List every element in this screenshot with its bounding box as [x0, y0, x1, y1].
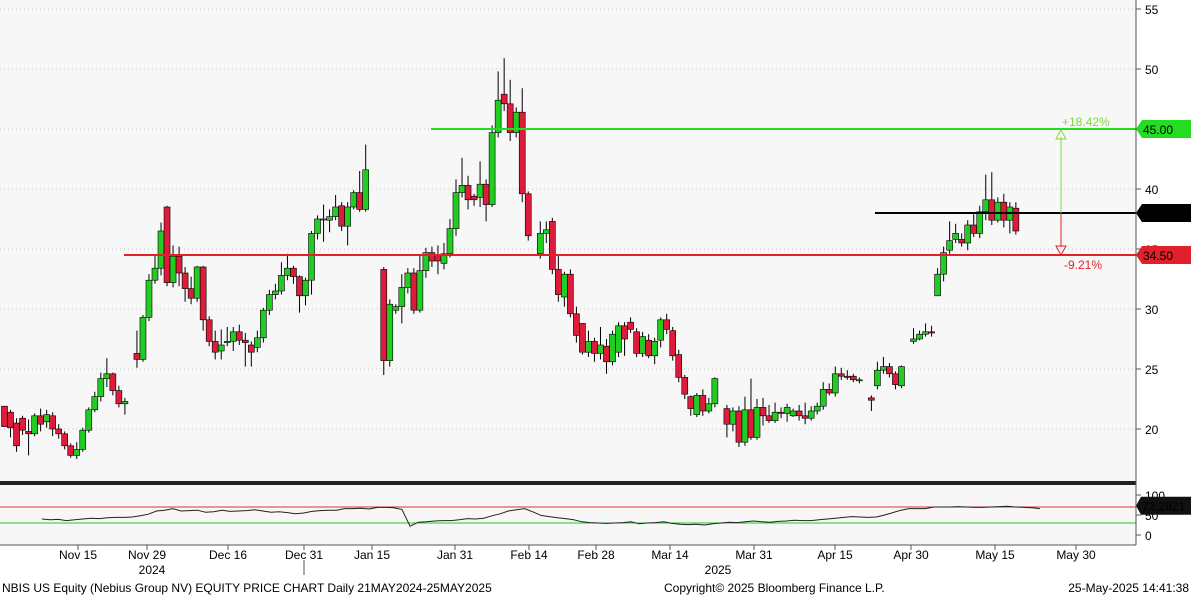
x-tick-label: Apr 15 — [817, 548, 853, 562]
candle — [898, 365, 905, 389]
x-tick-label: Nov 15 — [59, 548, 97, 562]
x-tick-label: Jan 31 — [437, 548, 473, 562]
candle — [735, 406, 743, 447]
candle — [260, 307, 267, 343]
x-year-label: 2025 — [705, 563, 732, 577]
level-price-label: 34.50 — [1143, 249, 1173, 263]
candle — [31, 413, 38, 437]
x-tick-label: Feb 14 — [510, 548, 548, 562]
candle — [669, 327, 677, 361]
candle — [193, 265, 201, 302]
x-year-label: 2024 — [139, 563, 166, 577]
candle — [633, 328, 640, 357]
x-tick-label: Feb 28 — [577, 548, 615, 562]
candle — [163, 205, 171, 287]
gain-annotation: +18.42% — [1062, 115, 1110, 129]
candle — [711, 377, 719, 408]
candle — [693, 393, 701, 417]
x-tick-label: Apr 30 — [893, 548, 929, 562]
price-tick-label: 40 — [1145, 183, 1159, 197]
candle — [512, 107, 520, 138]
candle — [524, 191, 532, 241]
footer-center: Copyright© 2025 Bloomberg Finance L.P. — [664, 581, 885, 595]
x-tick-label: Mar 31 — [735, 548, 773, 562]
price-tick-label: 25 — [1145, 363, 1159, 377]
candle — [1, 405, 8, 427]
x-tick-label: Nov 29 — [128, 548, 166, 562]
footer-right: 25-May-2025 14:41:38 — [1068, 581, 1189, 595]
level-price-tag: 45.00 — [1136, 120, 1191, 138]
price-tick-label: 50 — [1145, 63, 1159, 77]
candle — [67, 443, 75, 458]
candle — [79, 427, 87, 452]
x-tick-label: May 15 — [975, 548, 1015, 562]
candle — [139, 315, 147, 362]
level-price-label: 38.00 — [1143, 207, 1173, 221]
x-tick-label: Mar 14 — [651, 548, 689, 562]
price-tick-label: 20 — [1145, 423, 1159, 437]
candle — [410, 268, 418, 314]
loss-annotation: -9.21% — [1064, 258, 1102, 272]
candle — [675, 349, 683, 383]
x-tick-label: Dec 31 — [285, 548, 323, 562]
candle — [380, 267, 388, 375]
candle — [350, 190, 357, 210]
candle — [85, 407, 93, 433]
footer-left: NBIS US Equity (Nebius Group NV) EQUITY … — [2, 581, 492, 595]
candle — [579, 323, 586, 355]
price-tick-label: 30 — [1145, 303, 1159, 317]
candle — [145, 274, 153, 321]
candle — [549, 217, 556, 275]
candle — [609, 330, 616, 366]
rsi-last-value-tag: 73.2821 — [1136, 496, 1191, 515]
level-price-tag: 34.50 — [1136, 246, 1191, 264]
level-price-tag: 38.00 — [1136, 204, 1191, 222]
price-tick-label: 55 — [1145, 3, 1159, 17]
x-tick-label: May 30 — [1056, 548, 1096, 562]
candle — [386, 299, 394, 367]
price-chart: 5550454035302520 45.0038.0034.50+18.42%-… — [0, 0, 1191, 596]
rsi-last-value-label: 73.2821 — [1142, 500, 1186, 514]
level-price-label: 45.00 — [1143, 123, 1173, 137]
candle — [615, 322, 622, 357]
rsi-tick-label: 0 — [1145, 529, 1152, 543]
pane-separator[interactable] — [0, 481, 1136, 485]
x-tick-label: Jan 15 — [354, 548, 390, 562]
candle — [488, 125, 496, 207]
candle — [567, 269, 574, 318]
x-tick-label: Dec 16 — [209, 548, 247, 562]
